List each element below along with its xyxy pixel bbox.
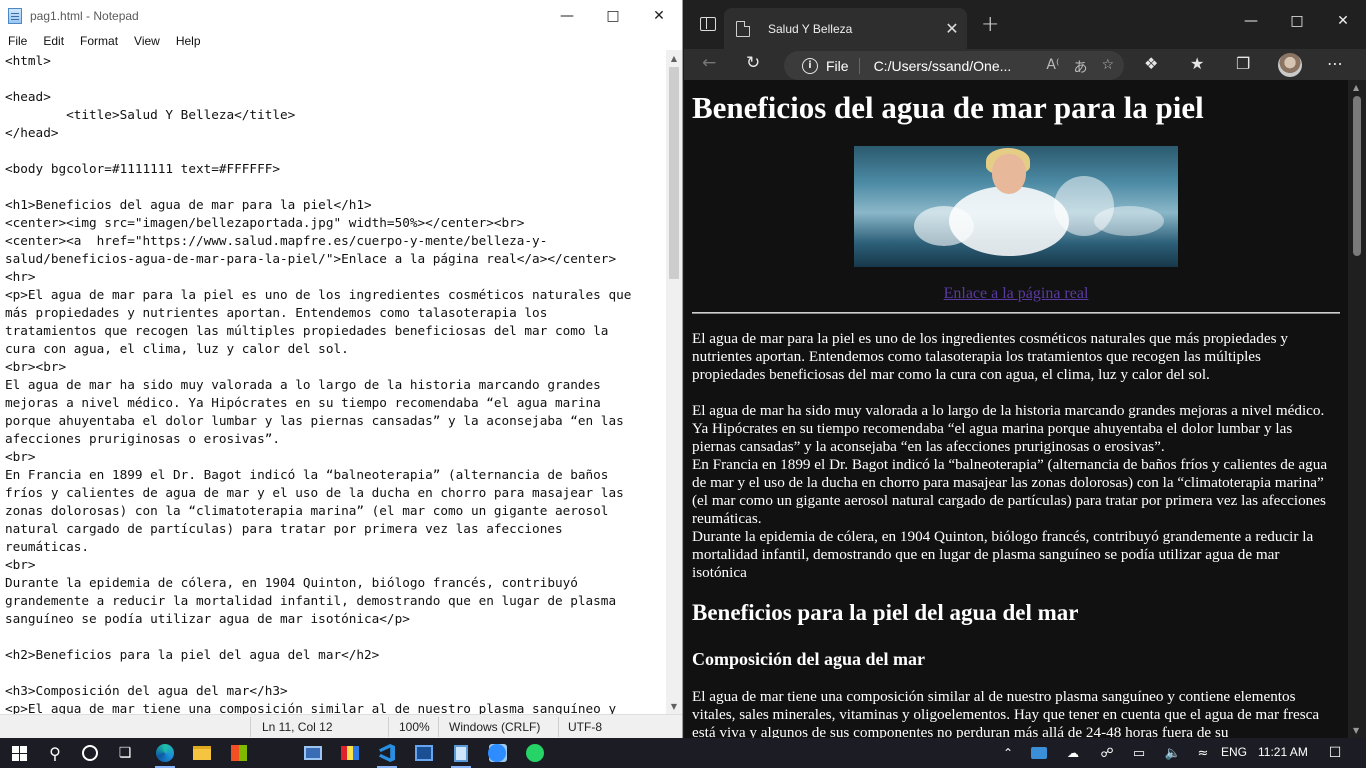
taskbar: ⚲ ❏ ⌃ ☁ ☍ ▭ 🔈 ≈ ENG 11:21 AM ☐ [0, 738, 1366, 768]
favorites-icon[interactable]: ★ [1190, 54, 1204, 73]
notepad-scrollbar[interactable]: ▲ ▼ [666, 50, 682, 714]
paragraph-3: En Francia en 1899 el Dr. Bagot indicó l… [692, 456, 1328, 527]
notepad-window: pag1.html - Notepad — □ ✕ File Edit Form… [0, 0, 683, 738]
file-explorer-icon[interactable] [185, 738, 219, 768]
language-indicator[interactable]: ENG [1221, 745, 1247, 759]
notepad-title: pag1.html - Notepad [30, 8, 139, 23]
minimize-icon[interactable]: — [1228, 0, 1274, 42]
tab-close-icon[interactable]: ✕ [937, 19, 967, 38]
notepad-menubar: File Edit Format View Help [0, 31, 682, 50]
chevron-up-icon[interactable]: ⌃ [991, 738, 1025, 768]
notifications-icon[interactable]: ☐ [1318, 738, 1352, 768]
notepad-taskbar-icon[interactable] [444, 738, 478, 768]
collections-icon[interactable]: ❐ [1236, 54, 1250, 73]
paragraph-2: El agua de mar ha sido muy valorada a lo… [692, 402, 1325, 455]
extensions-icon[interactable]: ❖ [1144, 54, 1158, 73]
paragraph-1: El agua de mar para la piel es uno de lo… [692, 330, 1288, 383]
divider [692, 312, 1340, 314]
status-position: Ln 11, Col 12 [262, 720, 333, 734]
status-encoding: UTF-8 [568, 720, 602, 734]
translate-icon[interactable]: あ [1073, 57, 1087, 77]
more-icon[interactable]: ⋯ [1327, 54, 1343, 73]
minimize-icon[interactable]: — [544, 0, 590, 31]
paragraph-5: El agua de mar tiene una composición sim… [692, 688, 1320, 738]
url-scheme: File [826, 57, 860, 74]
info-icon[interactable]: i [802, 57, 818, 74]
task-view-icon[interactable]: ❏ [108, 738, 142, 768]
page-content: Beneficios del agua de mar para la piel … [684, 80, 1348, 738]
scroll-down-icon[interactable]: ▼ [666, 698, 682, 714]
wifi-icon[interactable]: ≈ [1186, 738, 1220, 768]
start-icon[interactable] [2, 738, 36, 768]
back-icon[interactable]: ← [702, 53, 716, 73]
scroll-down-icon[interactable]: ▼ [1353, 726, 1359, 735]
refresh-icon[interactable]: ↻ [746, 53, 760, 73]
volume-icon[interactable]: 🔈 [1156, 738, 1190, 768]
new-tab-icon[interactable]: + [981, 12, 999, 37]
vscode-icon[interactable] [370, 738, 404, 768]
subsection-heading: Composición del agua del mar [692, 649, 926, 669]
photos-icon[interactable] [296, 738, 330, 768]
network-icon[interactable]: ☍ [1090, 738, 1124, 768]
paragraph-4: Durante la epidemia de cólera, en 1904 Q… [692, 528, 1314, 581]
close-icon[interactable]: ✕ [1320, 0, 1366, 42]
whatsapp-icon[interactable] [518, 738, 552, 768]
battery-icon[interactable]: ▭ [1122, 738, 1156, 768]
tab-strip: Salud Y Belleza ✕ + — □ ✕ [684, 0, 1366, 49]
menu-help[interactable]: Help [168, 34, 209, 48]
tab-title: Salud Y Belleza [768, 21, 853, 36]
scroll-up-icon[interactable]: ▲ [666, 50, 682, 66]
menu-view[interactable]: View [126, 34, 168, 48]
menu-format[interactable]: Format [72, 34, 126, 48]
read-aloud-icon[interactable]: A⁽ [1046, 57, 1059, 77]
avatar[interactable] [1278, 53, 1302, 77]
notepad-icon [8, 7, 22, 24]
notepad-text-area[interactable]: <html> <head> <title>Salud Y Belleza</ti… [0, 50, 666, 714]
url-text[interactable]: C:/Users/ssand/One... [874, 58, 1012, 74]
scroll-thumb[interactable] [669, 67, 679, 279]
scroll-thumb[interactable] [1353, 96, 1361, 256]
browser-tab[interactable]: Salud Y Belleza ✕ [724, 8, 967, 49]
status-line-endings: Windows (CRLF) [449, 720, 541, 734]
real-page-link[interactable]: Enlace a la página real [684, 285, 1348, 303]
browser-window: Salud Y Belleza ✕ + — □ ✕ ← ↻ i File C:/… [684, 0, 1366, 738]
notepad-titlebar[interactable]: pag1.html - Notepad — □ ✕ [0, 0, 682, 31]
desktop: pag1.html - Notepad — □ ✕ File Edit Form… [0, 0, 1366, 768]
onedrive-icon[interactable]: ☁ [1056, 738, 1090, 768]
add-favorite-icon[interactable]: ☆ [1101, 57, 1114, 77]
close-icon[interactable]: ✕ [636, 0, 682, 31]
microsoft-store-icon[interactable] [222, 738, 256, 768]
notepad-statusbar: Ln 11, Col 12 100% Windows (CRLF) UTF-8 [0, 714, 682, 738]
maximize-icon[interactable]: □ [590, 0, 636, 31]
search-icon[interactable]: ⚲ [38, 738, 72, 768]
cortana-icon[interactable] [73, 738, 107, 768]
app-icon[interactable] [333, 738, 367, 768]
app-icon[interactable] [407, 738, 441, 768]
toolbar: ← ↻ i File C:/Users/ssand/One... A⁽ あ ☆ … [684, 49, 1366, 80]
zoom-icon[interactable] [480, 738, 514, 768]
edge-taskbar-icon[interactable] [148, 738, 182, 768]
app-tray-icon[interactable] [1022, 738, 1056, 768]
menu-edit[interactable]: Edit [35, 34, 72, 48]
notepad-content[interactable]: <html> <head> <title>Salud Y Belleza</ti… [5, 52, 666, 714]
clock[interactable]: 11:21 AM [1258, 745, 1308, 759]
scroll-up-icon[interactable]: ▲ [1353, 83, 1359, 92]
section-heading: Beneficios para la piel del agua del mar [692, 600, 1079, 625]
status-zoom: 100% [399, 720, 430, 734]
menu-file[interactable]: File [0, 34, 35, 48]
tab-actions-icon[interactable] [700, 17, 716, 31]
page-icon [736, 20, 750, 37]
page-heading: Beneficios del agua de mar para la piel [692, 90, 1204, 125]
maximize-icon[interactable]: □ [1274, 0, 1320, 42]
address-bar[interactable]: i File C:/Users/ssand/One... A⁽ あ ☆ [784, 51, 1124, 80]
hero-image [854, 146, 1178, 267]
page-scrollbar[interactable]: ▲ ▼ [1348, 80, 1366, 738]
